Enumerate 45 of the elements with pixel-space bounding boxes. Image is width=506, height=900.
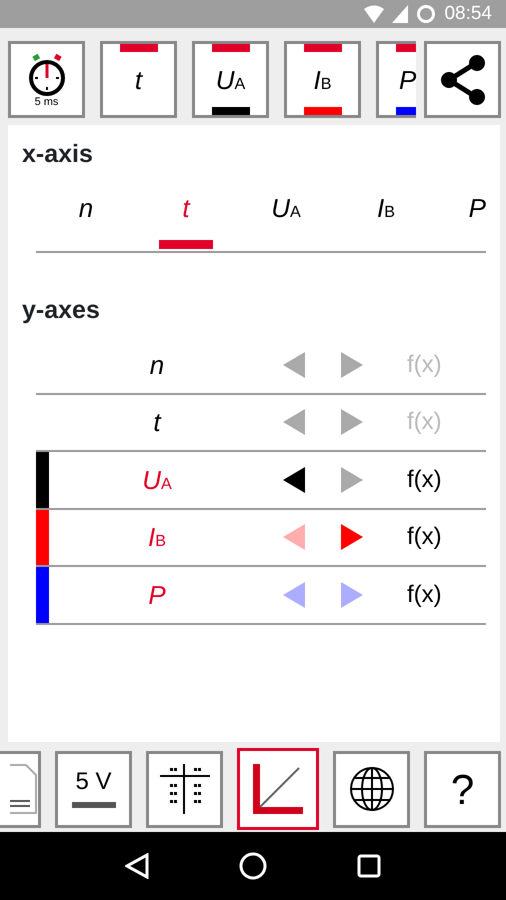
function-button[interactable]: f(x) (407, 519, 442, 556)
channel-button[interactable]: UA (192, 41, 269, 118)
axis-tab[interactable]: t (136, 185, 236, 251)
triangle-right-icon[interactable] (341, 524, 363, 550)
toolbar-button[interactable] (0, 750, 41, 828)
triangle-left-icon[interactable] (283, 466, 305, 493)
grid-icon (158, 762, 212, 816)
channel-label: t (153, 409, 161, 436)
wifi-icon (364, 5, 384, 23)
channel-label: IB (148, 524, 166, 550)
channel-button[interactable]: t (100, 41, 177, 118)
recents-icon (357, 854, 381, 878)
home-icon (239, 852, 267, 880)
channel-label: P (148, 582, 166, 608)
function-button[interactable]: f(x) (407, 576, 442, 613)
channel-button[interactable]: IB (284, 41, 361, 118)
globe-icon (348, 765, 396, 813)
triangle-right-icon[interactable] (341, 409, 363, 436)
clock-time: 08:54 (444, 2, 492, 26)
loading-icon (416, 4, 436, 24)
triangle-right-icon[interactable] (341, 352, 363, 378)
axis-tab[interactable]: P (436, 185, 486, 251)
document-icon (10, 763, 38, 815)
channel-label: n (150, 352, 164, 378)
timer-label: 5 ms (34, 97, 58, 108)
timer-button[interactable]: 5 ms (8, 41, 85, 118)
toolbar-button[interactable] (146, 750, 223, 828)
axis-tab[interactable]: UA (236, 185, 336, 251)
axis-tab[interactable]: IB (336, 185, 436, 251)
toolbar-button[interactable] (333, 750, 410, 828)
triangle-right-icon[interactable] (341, 582, 363, 608)
triangle-right-icon[interactable] (341, 466, 363, 493)
back-icon (125, 853, 149, 879)
section-title: x-axis (22, 139, 94, 169)
channel-label: UA (142, 466, 172, 493)
axes-icon (251, 762, 305, 816)
toolbar-button[interactable]: 5 V (55, 750, 132, 828)
section-title: y-axes (22, 295, 101, 325)
function-button[interactable]: f(x) (407, 462, 442, 498)
share-button[interactable] (424, 41, 501, 118)
signal-icon (392, 5, 408, 23)
share-icon (438, 54, 486, 106)
axis-tab[interactable]: n (36, 185, 136, 251)
channel-button[interactable]: P (376, 41, 416, 118)
toolbar-button[interactable]: ? (424, 750, 501, 828)
